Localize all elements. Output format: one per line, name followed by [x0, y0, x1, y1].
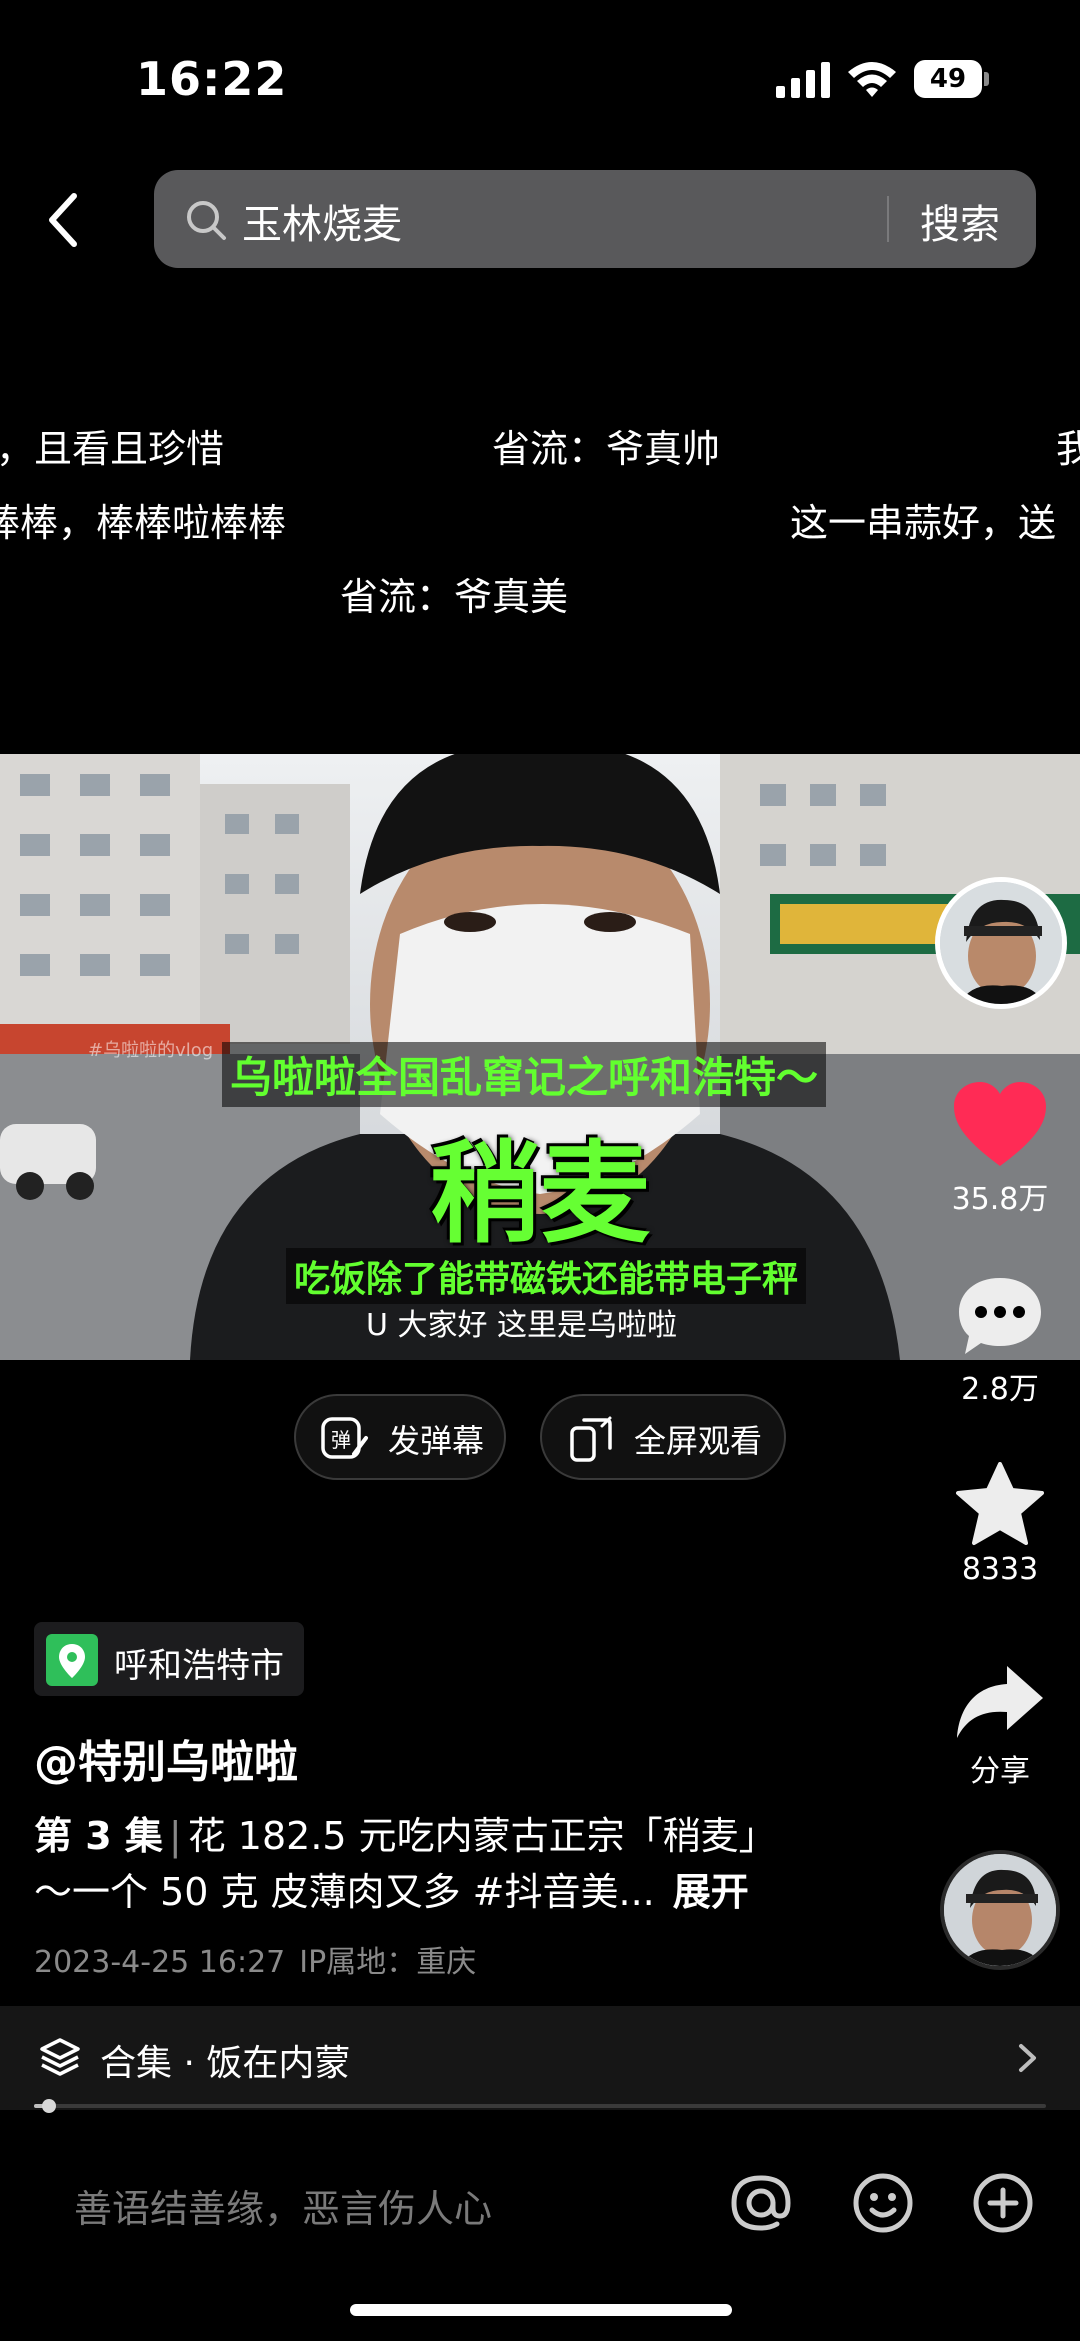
comment-icon — [959, 1278, 1041, 1354]
back-icon[interactable] — [40, 190, 90, 250]
signal-icon — [776, 62, 830, 98]
emoji-icon[interactable] — [850, 2170, 916, 2236]
video-caption-top: 乌啦啦全国乱窜记之呼和浩特～ — [222, 1042, 827, 1107]
danmaku-comment: 这一串蒜好，送 — [790, 501, 1057, 545]
danmaku-comment: 棒棒，棒棒啦棒棒 — [0, 501, 287, 545]
video-watermark: #乌啦啦的vlog — [88, 1040, 214, 1061]
status-time: 16:22 — [136, 52, 288, 106]
post-meta: 2023-4-25 16:27 IP属地：重庆 — [34, 1937, 476, 1981]
share-icon — [957, 1666, 1043, 1738]
search-input[interactable]: 玉林烧麦 — [242, 192, 402, 250]
send-danmaku-button[interactable]: 弹 发弹幕 — [294, 1394, 506, 1480]
fullscreen-button[interactable]: 全屏观看 — [540, 1394, 786, 1480]
description-line2: ～一个 50 克 皮薄肉又多 #抖音美... — [34, 1870, 655, 1914]
location-label: 呼和浩特市 — [114, 1646, 284, 1686]
music-disc-image — [944, 1854, 1056, 1966]
expand-button[interactable]: 展开 — [655, 1870, 749, 1914]
share-label: 分享 — [970, 1754, 1030, 1789]
collection-bar[interactable]: 合集 · 饭在内蒙 — [0, 2006, 1080, 2110]
plus-icon[interactable] — [970, 2170, 1036, 2236]
like-button[interactable]: 35.8万 — [930, 1082, 1070, 1218]
search-bar[interactable]: 玉林烧麦 搜索 — [154, 170, 1036, 268]
danmaku-comment: 省流：爷真帅 — [492, 427, 721, 471]
danmaku-comment: ，且看且珍惜 — [0, 427, 225, 471]
favorite-count: 8333 — [961, 1552, 1039, 1587]
video-caption-main: 稍麦 — [430, 1130, 650, 1258]
fullscreen-label: 全屏观看 — [634, 1422, 763, 1460]
danmaku-comment: 我 — [1056, 427, 1080, 471]
description-line1: 花 182.5 元吃内蒙古正宗「稍麦」 — [187, 1814, 777, 1858]
author-name[interactable]: @特别乌啦啦 — [34, 1726, 298, 1790]
episode-label[interactable]: 第 3 集 — [34, 1814, 163, 1858]
post-date: 2023-4-25 16:27 — [34, 1945, 286, 1980]
collection-icon — [40, 2038, 80, 2076]
wifi-icon — [848, 62, 896, 97]
ip-location: IP属地：重庆 — [299, 1945, 477, 1980]
location-pin-icon — [46, 1634, 98, 1686]
battery-level: 49 — [914, 60, 982, 98]
video-subtitle: U 大家好 这里是乌啦啦 — [366, 1308, 678, 1343]
home-indicator[interactable] — [350, 2304, 732, 2316]
video-description: 第 3 集 | 花 182.5 元吃内蒙古正宗「稍麦」 ～一个 50 克 皮薄肉又多… — [34, 1814, 777, 1914]
comment-count: 2.8万 — [961, 1372, 1039, 1407]
collection-label: 合集 · 饭在内蒙 — [100, 2043, 351, 2084]
video-progress-bar[interactable] — [34, 2099, 1046, 2113]
music-disc-avatar[interactable] — [940, 1850, 1060, 1970]
chevron-right-icon — [1019, 2044, 1036, 2072]
comment-button[interactable]: 2.8万 — [930, 1274, 1070, 1408]
heart-icon — [954, 1082, 1046, 1166]
comment-input[interactable]: 善语结善缘，恶言伤人心 — [74, 2178, 492, 2233]
location-tag[interactable]: 呼和浩特市 — [34, 1622, 304, 1696]
danmaku-comment: 省流：爷真美 — [340, 575, 569, 619]
danmaku-icon: 弹 — [321, 1417, 368, 1459]
video-player[interactable]: #乌啦啦的vlog 乌啦啦全国乱窜记之呼和浩特～ 稍麦 吃饭除了能带磁铁还能带电… — [0, 754, 1080, 1360]
video-progress-knob[interactable] — [42, 2099, 57, 2113]
fullscreen-icon — [570, 1416, 612, 1462]
star-icon — [956, 1462, 1044, 1545]
send-danmaku-label: 发弹幕 — [388, 1422, 485, 1460]
at-icon[interactable] — [728, 2170, 794, 2236]
video-caption-sub: 吃饭除了能带磁铁还能带电子秤 — [286, 1248, 807, 1304]
search-icon — [187, 201, 226, 240]
author-avatar[interactable] — [935, 877, 1067, 1009]
svg-text:弹: 弹 — [331, 1428, 351, 1452]
battery-indicator: 49 — [914, 60, 990, 98]
share-button[interactable]: 分享 — [930, 1664, 1070, 1790]
favorite-button[interactable]: 8333 — [930, 1462, 1070, 1587]
avatar-image — [940, 882, 1062, 1004]
like-count: 35.8万 — [951, 1182, 1049, 1217]
search-button[interactable]: 搜索 — [920, 192, 1000, 250]
